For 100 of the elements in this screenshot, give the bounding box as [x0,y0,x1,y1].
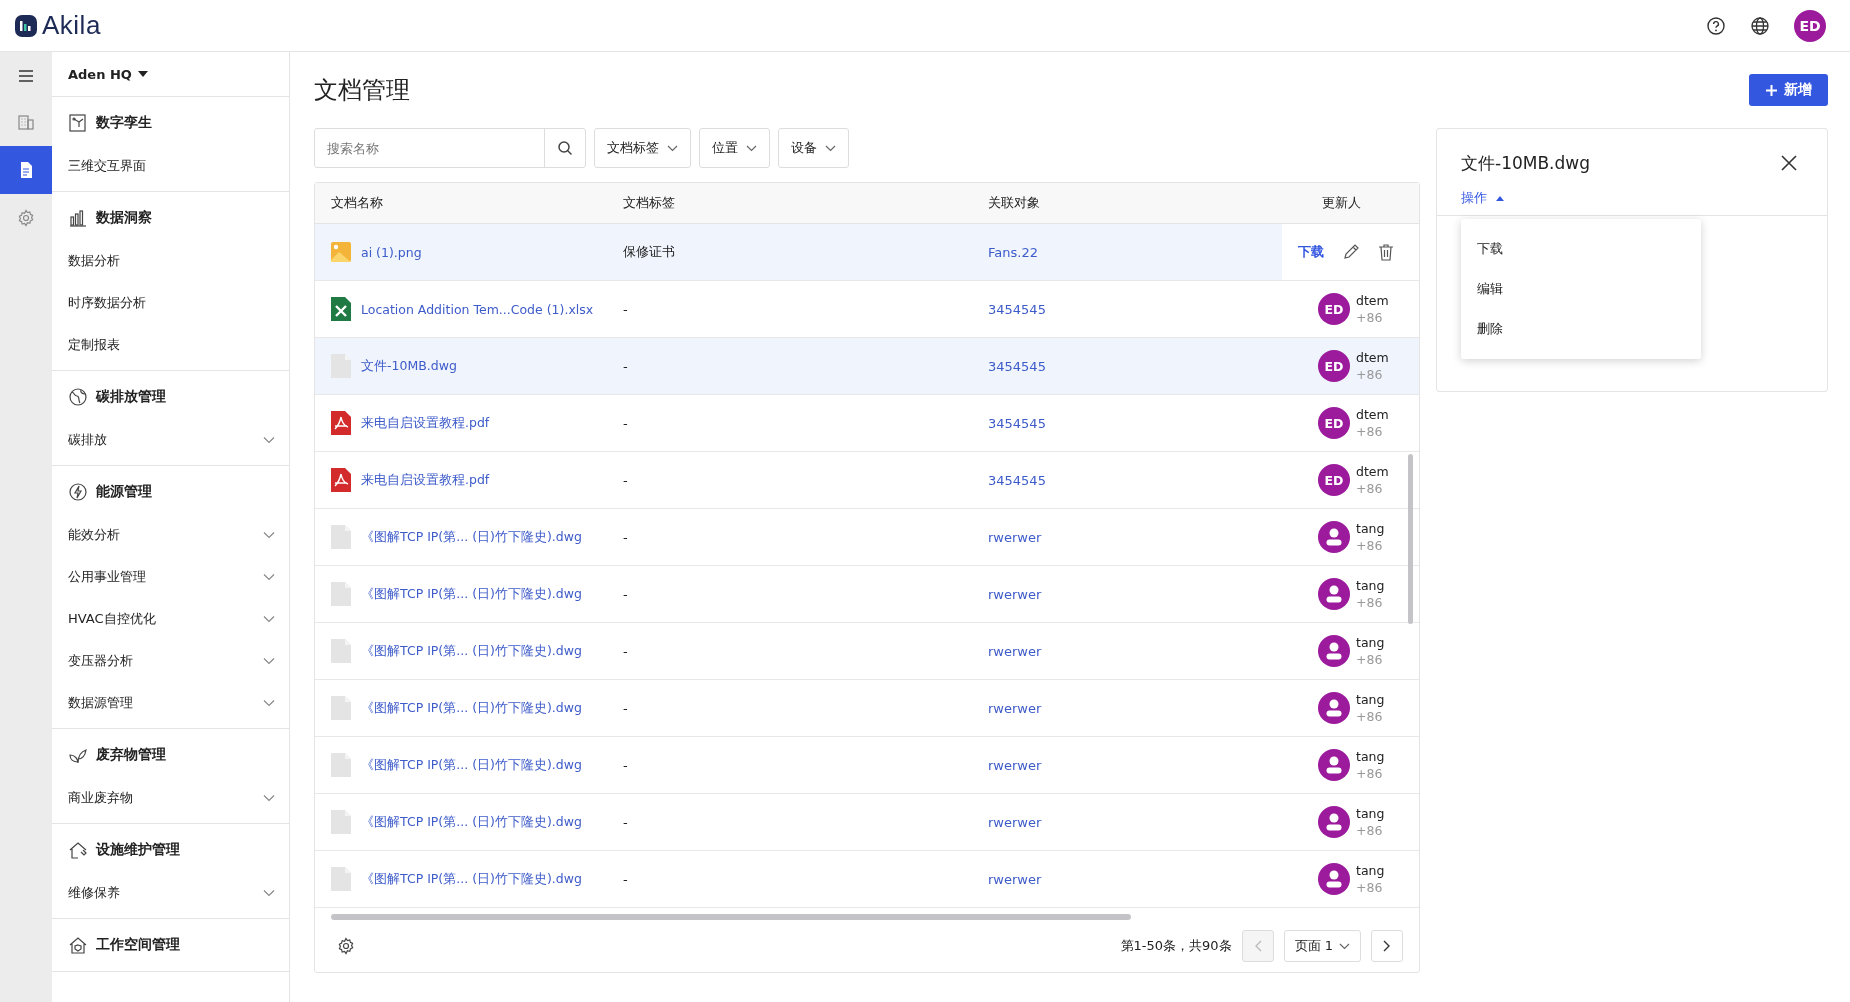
search-field[interactable]: 搜索名称 [314,128,586,168]
menu-item[interactable]: 删除 [1461,309,1701,349]
actions-dropdown[interactable]: 操作 [1461,189,1505,207]
related-object-link[interactable]: 3454545 [988,472,1046,488]
filter-dropdown[interactable]: 位置 [699,128,770,168]
user-name: dtem [1356,293,1389,308]
file-name-link[interactable]: Location Addition Tem...Code (1).xlsx [361,301,594,317]
file-name-link[interactable]: 《图解TCP IP(第... (日)竹下隆史).dwg [361,870,582,888]
sidebar-item[interactable]: 碳排放 [52,419,289,461]
related-object-link[interactable]: Fans.22 [988,244,1038,260]
file-name-link[interactable]: 《图解TCP IP(第... (日)竹下隆史).dwg [361,585,582,603]
chevron-down-icon [667,144,678,152]
vertical-scrollbar[interactable] [1408,454,1413,624]
search-icon[interactable] [557,140,573,156]
related-object-link[interactable]: rwerwer [988,814,1042,830]
search-input[interactable]: 搜索名称 [315,129,544,167]
related-object-link[interactable]: rwerwer [988,757,1042,773]
user-avatar: ED [1318,293,1350,325]
chevron-down-icon [263,699,275,707]
tag-cell: - [623,301,628,317]
table-row[interactable]: 《图解TCP IP(第... (日)竹下隆史).dwg - rwerwer tang +86 [315,623,1419,680]
house-shield-icon [68,935,88,955]
trash-icon[interactable] [1378,243,1394,261]
close-icon[interactable] [1781,155,1797,171]
file-name-link[interactable]: 《图解TCP IP(第... (日)竹下隆史).dwg [361,756,582,774]
user-avatar: ED [1318,407,1350,439]
related-object-link[interactable]: rwerwer [988,529,1042,545]
document-tab[interactable] [0,146,52,194]
table-row[interactable]: 《图解TCP IP(第... (日)竹下隆史).dwg - rwerwer tang +86 [315,851,1419,908]
detail-title: 文件-10MB.dwg [1461,151,1590,175]
settings-icon[interactable] [337,937,355,955]
table-row[interactable]: 《图解TCP IP(第... (日)竹下隆史).dwg - rwerwer tang +86 [315,680,1419,737]
user-phone: +86 [1356,310,1384,325]
tag-cell: - [623,700,628,716]
sidebar-item[interactable]: 数据源管理 [52,682,289,724]
sidebar-item[interactable]: 维修保养 [52,872,289,914]
file-name-link[interactable]: 来电自启设置教程.pdf [361,471,490,489]
download-link[interactable]: 下载 [1298,243,1324,261]
file-name-link[interactable]: 《图解TCP IP(第... (日)竹下隆史).dwg [361,699,582,717]
user-avatar: ED [1318,464,1350,496]
lightning-icon [68,482,88,502]
related-object-link[interactable]: rwerwer [988,871,1042,887]
filter-dropdown[interactable]: 设备 [778,128,849,168]
spreadsheet-file-icon [331,297,351,321]
related-object-link[interactable]: 3454545 [988,301,1046,317]
user-name: tang [1356,749,1385,764]
user-name: tang [1356,521,1385,536]
pencil-icon[interactable] [1342,243,1360,261]
sidebar-item[interactable]: 变压器分析 [52,640,289,682]
related-object-link[interactable]: rwerwer [988,586,1042,602]
image-file-icon [331,241,351,263]
help-icon[interactable] [1706,15,1726,36]
globe-icon[interactable] [1750,15,1770,36]
horizontal-scrollbar[interactable] [331,914,1131,920]
file-icon [331,354,351,378]
user-avatar-icon [1318,692,1350,724]
site-selector[interactable]: Aden HQ [52,52,289,97]
chevron-down-icon [263,615,275,623]
add-button[interactable]: 新增 [1749,74,1828,106]
sidebar-item[interactable]: 能效分析 [52,514,289,556]
sidebar-item[interactable]: 商业废弃物 [52,777,289,819]
user-avatar[interactable]: ED [1794,9,1826,42]
related-object-link[interactable]: rwerwer [988,700,1042,716]
sidebar-item[interactable]: 三维交互界面 [52,145,289,187]
file-name-link[interactable]: ai (1).png [361,244,422,260]
next-page-button[interactable] [1371,930,1403,962]
user-phone: +86 [1356,367,1384,382]
user-name: dtem [1356,350,1389,365]
file-name-link[interactable]: 《图解TCP IP(第... (日)竹下隆史).dwg [361,642,582,660]
file-name-link[interactable]: 《图解TCP IP(第... (日)竹下隆史).dwg [361,528,582,546]
table-row[interactable]: 来电自启设置教程.pdf - 3454545 ED dtem +86 [315,395,1419,452]
menu-item[interactable]: 编辑 [1461,269,1701,309]
user-phone: +86 [1356,481,1384,496]
file-name-link[interactable]: 来电自启设置教程.pdf [361,414,490,432]
file-name-link[interactable]: 文件-10MB.dwg [361,357,457,375]
menu-item[interactable]: 下载 [1461,229,1701,269]
chevron-left-icon [1253,940,1262,952]
sidebar-item[interactable]: 定制报表 [52,324,289,366]
table-row[interactable]: 文件-10MB.dwg - 3454545 ED dtem +86 [315,338,1419,395]
pdf-file-icon [331,468,351,492]
filter-dropdown[interactable]: 文档标签 [594,128,691,168]
sidebar-item[interactable]: HVAC自控优化 [52,598,289,640]
user-name: tang [1356,806,1385,821]
table-row[interactable]: ai (1).png 保修证书 Fans.22 下载 [315,224,1419,281]
table-row[interactable]: 《图解TCP IP(第... (日)竹下隆史).dwg - rwerwer tang +86 [315,737,1419,794]
chevron-down-icon [263,657,275,665]
related-object-link[interactable]: rwerwer [988,643,1042,659]
table-row[interactable]: 《图解TCP IP(第... (日)竹下隆史).dwg - rwerwer tang +86 [315,794,1419,851]
sidebar-item[interactable]: 时序数据分析 [52,282,289,324]
user-name: tang [1356,578,1385,593]
user-avatar-icon [1318,749,1350,781]
sidebar-item[interactable]: 数据分析 [52,240,289,282]
logo[interactable]: Akila [14,10,101,41]
tag-cell: - [623,472,628,488]
sidebar-item[interactable]: 公用事业管理 [52,556,289,598]
related-object-link[interactable]: 3454545 [988,415,1046,431]
section-title: 数字孪生 [96,114,152,132]
related-object-link[interactable]: 3454545 [988,358,1046,374]
file-name-link[interactable]: 《图解TCP IP(第... (日)竹下隆史).dwg [361,813,582,831]
page-dropdown[interactable]: 页面 1 [1283,930,1361,962]
